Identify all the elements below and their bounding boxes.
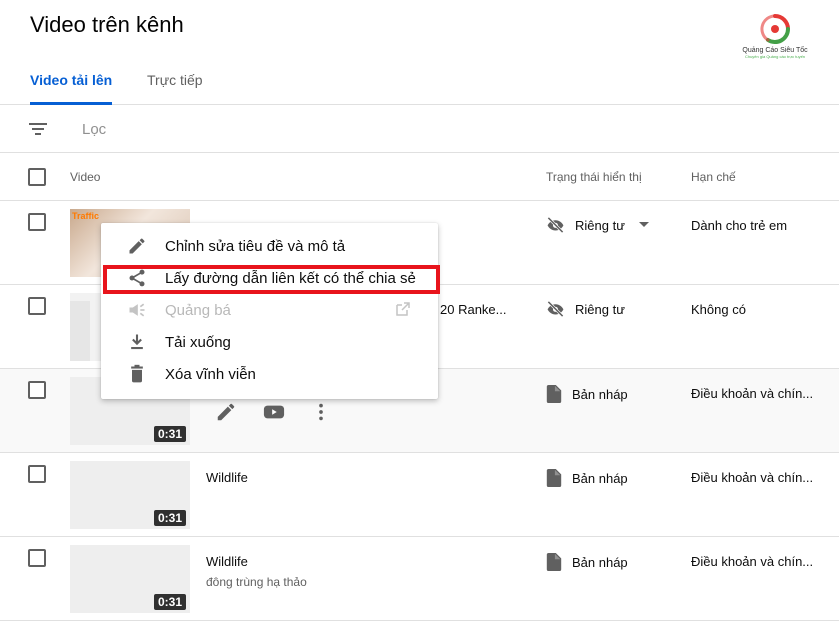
table-header: Video Trạng thái hiển thị Hạn chế (0, 153, 839, 201)
visibility-status[interactable]: Riêng tư (546, 301, 625, 317)
filter-icon[interactable] (28, 121, 48, 137)
menu-item-label: Lấy đường dẫn liên kết có thể chia sẻ (165, 269, 416, 287)
row-checkbox[interactable] (28, 465, 46, 483)
menu-item-label: Chỉnh sửa tiêu đề và mô tả (165, 237, 346, 255)
download-icon (131, 334, 143, 350)
menu-item-delete[interactable]: Xóa vĩnh viễn (101, 358, 438, 390)
column-header-restrictions[interactable]: Hạn chế (691, 170, 736, 184)
brand-logo: Quảng Cáo Siêu Tốc Chuyên gia Quảng cáo … (730, 12, 820, 67)
tab-live[interactable]: Trực tiếp (147, 72, 203, 105)
menu-item-label: Xóa vĩnh viễn (165, 365, 256, 383)
visibility-status[interactable]: Bản nháp (546, 385, 628, 403)
duration-badge: 0:31 (153, 510, 186, 526)
visibility-label: Riêng tư (575, 217, 625, 233)
menu-item-promote: Quảng bá (101, 294, 438, 326)
video-title[interactable]: Wildlife (206, 554, 248, 569)
tab-uploads[interactable]: Video tải lên (30, 72, 113, 105)
menu-item-label: Tải xuống (165, 333, 231, 351)
restriction-label: Không có (691, 302, 746, 317)
restriction-label: Điều khoản và chín... (691, 470, 814, 485)
visibility-status[interactable]: Bản nháp (546, 469, 628, 487)
visibility-label: Bản nháp (572, 386, 628, 402)
restriction-label: Dành cho trẻ em (691, 218, 788, 233)
video-description: đông trùng hạ thảo (206, 575, 307, 589)
share-icon (129, 269, 145, 287)
column-header-visibility[interactable]: Trạng thái hiển thị (546, 170, 642, 184)
menu-item-download[interactable]: Tải xuống (101, 326, 438, 358)
thumbnail-text: Traffic (72, 211, 100, 221)
row-checkbox[interactable] (28, 213, 46, 231)
menu-item-label: Quảng bá (165, 301, 231, 319)
filter-bar (0, 105, 839, 153)
video-thumbnail[interactable]: 0:31 (70, 545, 190, 613)
column-header-video[interactable]: Video (70, 170, 100, 184)
edit-icon[interactable] (215, 401, 237, 423)
context-menu: Chỉnh sửa tiêu đề và mô tả Lấy đường dẫn… (101, 223, 438, 399)
row-checkbox[interactable] (28, 549, 46, 567)
table-row[interactable]: 0:31 Wildlife Bản nháp Điều khoản và chí… (0, 453, 839, 537)
duration-badge: 0:31 (153, 426, 186, 442)
logo-name: Quảng Cáo Siêu Tốc (742, 47, 808, 54)
visibility-label: Riêng tư (575, 301, 625, 317)
pencil-icon (129, 238, 145, 254)
draft-icon (546, 553, 562, 571)
visibility-label: Bản nháp (572, 554, 628, 570)
youtube-icon[interactable] (263, 401, 285, 423)
visibility-status[interactable]: Riêng tư (546, 217, 659, 233)
restriction-label: Điều khoản và chín... (691, 386, 814, 401)
video-title[interactable]: 20 Ranke... (440, 302, 507, 317)
draft-icon (546, 385, 562, 403)
external-link-icon (396, 302, 410, 316)
row-checkbox[interactable] (28, 381, 46, 399)
row-checkbox[interactable] (28, 297, 46, 315)
chevron-down-icon[interactable] (638, 222, 649, 228)
select-all-checkbox[interactable] (28, 168, 46, 186)
restriction-label: Điều khoản và chín... (691, 554, 814, 569)
visibility-status[interactable]: Bản nháp (546, 553, 628, 571)
filter-input[interactable] (82, 118, 382, 140)
duration-badge: 0:31 (153, 594, 186, 610)
menu-item-edit-title[interactable]: Chỉnh sửa tiêu đề và mô tả (101, 230, 438, 262)
tab-bar: Video tải lên Trực tiếp (0, 60, 839, 105)
video-title[interactable]: Wildlife (206, 470, 248, 485)
eye-off-icon (547, 301, 564, 317)
more-options-icon[interactable] (314, 401, 328, 423)
megaphone-icon (129, 303, 145, 317)
menu-item-share-link[interactable]: Lấy đường dẫn liên kết có thể chia sẻ (101, 262, 438, 294)
logo-tagline: Chuyên gia Quảng cáo trực tuyến (744, 54, 806, 59)
logo-icon (760, 14, 791, 45)
eye-off-icon (547, 217, 564, 233)
video-thumbnail[interactable]: 0:31 (70, 461, 190, 529)
page-title: Video trên kênh (30, 12, 184, 37)
draft-icon (546, 469, 562, 487)
table-row[interactable]: 0:31 Wildlife đông trùng hạ thảo Bản nhá… (0, 537, 839, 621)
visibility-label: Bản nháp (572, 470, 628, 486)
trash-icon (131, 364, 143, 383)
